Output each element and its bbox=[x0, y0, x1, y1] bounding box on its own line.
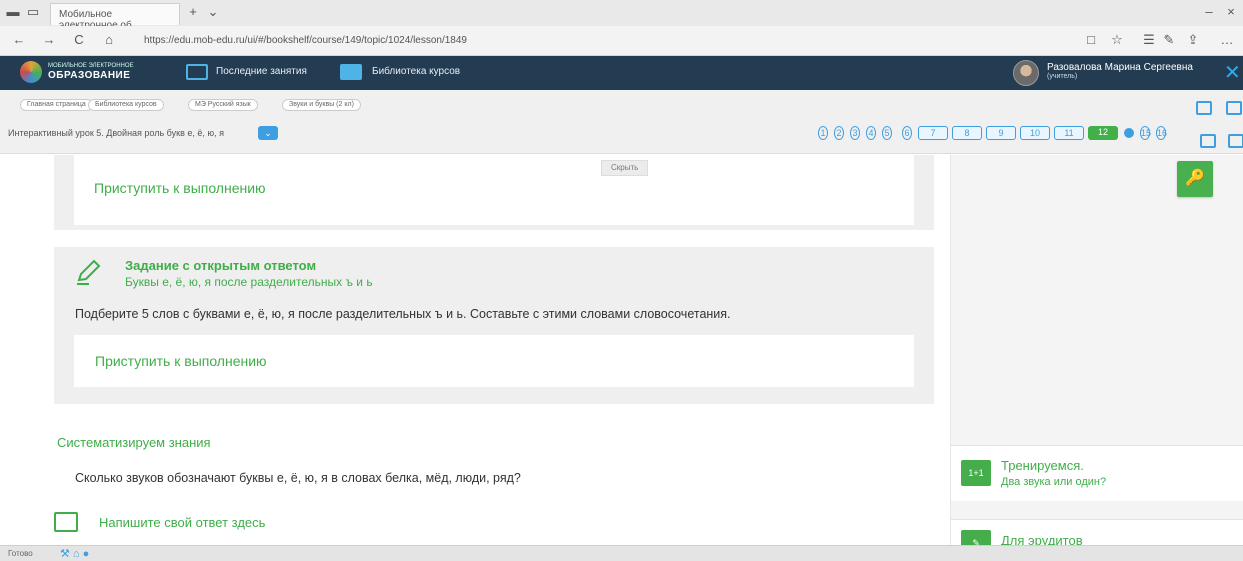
notes-icon[interactable]: ✎ bbox=[1160, 30, 1178, 50]
logo-icon bbox=[20, 61, 42, 83]
logo-line2: ОБРАЗОВАНИЕ bbox=[48, 70, 131, 81]
status-icons: ⚒ ⌂ ● bbox=[60, 548, 90, 560]
pager-item[interactable]: 3 bbox=[850, 126, 860, 140]
back-icon[interactable]: ← bbox=[10, 30, 28, 50]
pager-item[interactable]: 5 bbox=[882, 126, 892, 140]
pager-item[interactable]: 10 bbox=[1020, 126, 1050, 140]
book-icon[interactable] bbox=[1226, 101, 1242, 115]
minimize-icon[interactable]: – bbox=[1200, 2, 1218, 22]
pager-item[interactable]: 2 bbox=[834, 126, 844, 140]
recent-lessons-icon[interactable] bbox=[186, 64, 208, 80]
reading-view-icon[interactable]: □ bbox=[1082, 30, 1100, 50]
erudite-item[interactable]: ✎ Для эрудитов bbox=[951, 519, 1243, 556]
pager-item[interactable] bbox=[1124, 128, 1134, 138]
book-icon bbox=[54, 512, 78, 532]
favorites-list-icon[interactable]: ☰ bbox=[1140, 30, 1158, 50]
favorite-icon[interactable]: ☆ bbox=[1108, 30, 1126, 50]
pager-item[interactable]: 6 bbox=[902, 126, 912, 140]
task-card: Приступить к выполнению bbox=[54, 155, 934, 230]
training-item[interactable]: 1+1 Тренируемся. Два звука или один? bbox=[951, 445, 1243, 501]
breadcrumb-library[interactable]: Библиотека курсов bbox=[88, 99, 164, 111]
breadcrumb-home[interactable]: Главная страница bbox=[20, 99, 93, 111]
training-title: Тренируемся. bbox=[1001, 458, 1084, 473]
section-heading: Систематизируем знания bbox=[57, 435, 211, 450]
logo-line1: МОБИЛЬНОЕ ЭЛЕКТРОННОЕ bbox=[48, 63, 134, 69]
start-task-link[interactable]: Приступить к выполнению bbox=[94, 180, 266, 196]
lesson-select[interactable]: Интерактивный урок 5. Двойная роль букв … bbox=[8, 128, 224, 138]
browser-address-bar: ← → C ⌂ https://edu.mob-edu.ru/ui/#/book… bbox=[0, 26, 1243, 56]
avatar[interactable] bbox=[1013, 60, 1039, 86]
pager-item[interactable]: 1 bbox=[818, 126, 828, 140]
question-text: Сколько звуков обозначают буквы е, ё, ю,… bbox=[75, 471, 521, 485]
user-name[interactable]: Разовалова Марина Сергеевна bbox=[1047, 62, 1193, 73]
library-icon[interactable] bbox=[340, 64, 362, 80]
task-action-area: Приступить к выполнению bbox=[74, 155, 914, 225]
close-icon[interactable]: ✕ bbox=[1224, 60, 1241, 85]
browser-tab[interactable]: Мобильное электронное об… bbox=[50, 3, 180, 31]
pager-item[interactable]: 9 bbox=[986, 126, 1016, 140]
status-bar: Готово ⚒ ⌂ ● bbox=[0, 545, 1243, 561]
pencil-icon bbox=[77, 259, 101, 285]
share-icon[interactable]: ⇪ bbox=[1184, 30, 1202, 50]
status-text: Готово bbox=[8, 549, 33, 558]
user-role: (учитель) bbox=[1047, 73, 1078, 80]
right-panel: 🔑 1+1 Тренируемся. Два звука или один? ✎… bbox=[950, 155, 1243, 556]
more-icon[interactable]: … bbox=[1218, 30, 1236, 50]
key-icon[interactable]: 🔑 bbox=[1177, 161, 1213, 197]
start-task-link[interactable]: Приступить к выполнению bbox=[95, 353, 267, 369]
pager-item[interactable]: 11 bbox=[1054, 126, 1084, 140]
library-link[interactable]: Библиотека курсов bbox=[372, 66, 460, 77]
write-answer-link[interactable]: Напишите свой ответ здесь bbox=[99, 515, 265, 530]
training-icon: 1+1 bbox=[961, 460, 991, 486]
chevron-down-icon[interactable]: ⌄ bbox=[258, 126, 278, 140]
recent-lessons-link[interactable]: Последние занятия bbox=[216, 66, 307, 77]
browser-tab-bar: ▬ ▭ Мобильное электронное об… + ⌄ – × bbox=[0, 0, 1243, 31]
window-close-icon[interactable]: × bbox=[1222, 2, 1240, 22]
breadcrumb-course[interactable]: МЭ Русский язык bbox=[188, 99, 258, 111]
home-icon[interactable]: ⌂ bbox=[100, 30, 118, 50]
glossary-icon[interactable] bbox=[1200, 134, 1216, 148]
task-subtitle: Буквы е, ё, ю, я после разделительных ъ … bbox=[125, 275, 373, 289]
pager-item[interactable]: 4 bbox=[866, 126, 876, 140]
tools-icon[interactable] bbox=[1228, 134, 1243, 148]
hide-tooltip[interactable]: Скрыть bbox=[601, 160, 649, 176]
tab-menu-icon[interactable]: ⌄ bbox=[204, 2, 222, 22]
breadcrumb-topic[interactable]: Звуки и буквы (2 кл) bbox=[282, 99, 361, 111]
reload-icon[interactable]: C bbox=[70, 30, 88, 50]
pager-item[interactable]: 16 bbox=[1156, 126, 1167, 140]
new-tab-icon[interactable]: + bbox=[184, 2, 202, 22]
tab-list-icon[interactable]: ▬ bbox=[4, 2, 22, 22]
pager-item[interactable]: 15 bbox=[1140, 126, 1151, 140]
pager-item[interactable]: 8 bbox=[952, 126, 982, 140]
tab-preview-icon[interactable]: ▭ bbox=[24, 2, 42, 22]
pager-item[interactable]: 7 bbox=[918, 126, 948, 140]
forward-icon[interactable]: → bbox=[40, 30, 58, 50]
task-title: Задание с открытым ответом bbox=[125, 258, 317, 273]
site-header: МОБИЛЬНОЕ ЭЛЕКТРОННОЕ ОБРАЗОВАНИЕ Послед… bbox=[0, 56, 1243, 90]
task-action-area: Приступить к выполнению bbox=[74, 335, 914, 387]
lesson-toolbar: Главная страница Библиотека курсов МЭ Ру… bbox=[0, 90, 1243, 154]
lesson-content: Приступить к выполнению Скрыть Задание с… bbox=[0, 155, 950, 545]
url-input[interactable]: https://edu.mob-edu.ru/ui/#/bookshelf/co… bbox=[140, 31, 1040, 51]
training-subtitle: Два звука или один? bbox=[1001, 476, 1107, 488]
task-description: Подберите 5 слов с буквами е, ё, ю, я по… bbox=[75, 307, 731, 321]
document-icon[interactable] bbox=[1196, 101, 1212, 115]
